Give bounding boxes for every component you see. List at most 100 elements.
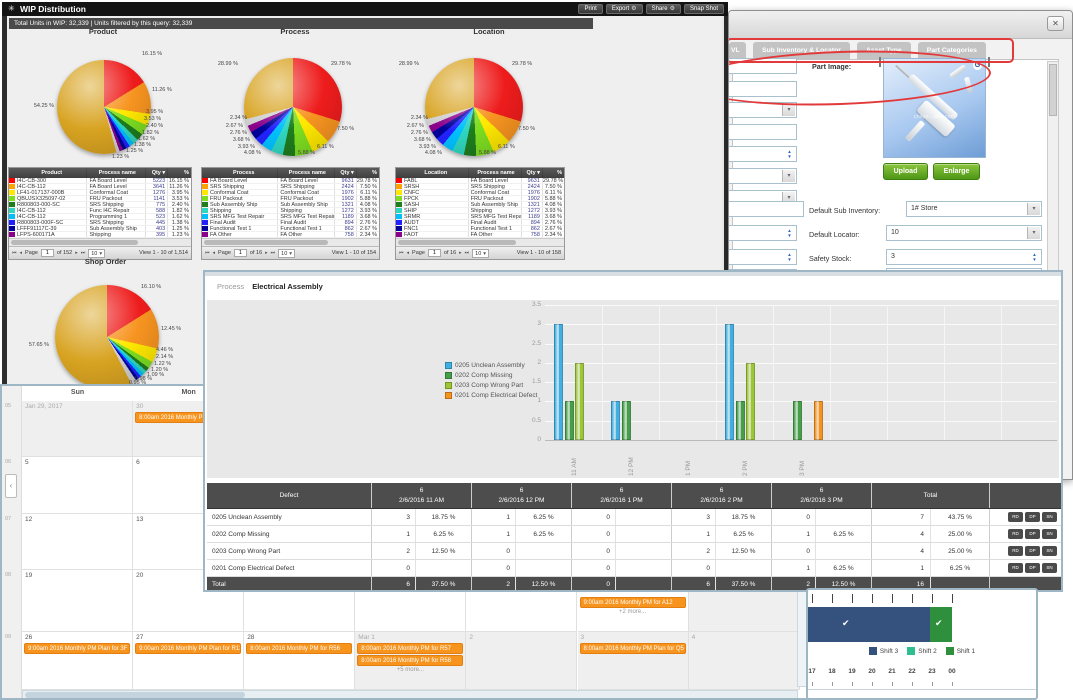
page-input[interactable]	[234, 249, 247, 257]
qty-link[interactable]: 2424	[522, 184, 542, 189]
page-input[interactable]	[41, 249, 54, 257]
pager-last-icon[interactable]: ⏭	[271, 250, 276, 256]
collapse-arrow-button[interactable]: ‹	[5, 474, 17, 498]
qty-link[interactable]: 1276	[146, 190, 168, 195]
calendar-day-cell[interactable]: 269:00am 2016 Monthly PM Plan for 3F H2	[22, 632, 133, 690]
calendar-day-cell[interactable]: 2	[466, 632, 577, 690]
pager-first-icon[interactable]: ⏮	[399, 250, 404, 256]
left-field-wide[interactable]	[728, 201, 804, 217]
calendar-event[interactable]: 8:00am 2016 Monthly PM for R57	[357, 643, 463, 654]
scrollbar-thumb[interactable]	[204, 240, 328, 245]
qty-link[interactable]: 1272	[522, 208, 542, 213]
col-header-pct[interactable]: %	[543, 168, 564, 178]
caret-down-icon[interactable]: ▾	[1027, 203, 1040, 215]
col-header-process[interactable]: Process name	[87, 168, 146, 178]
qty-link[interactable]: 395	[146, 232, 168, 237]
col-header-qty[interactable]: Qty ▾	[522, 168, 542, 178]
qty-link[interactable]: 2424	[335, 184, 357, 189]
field-select[interactable]: 1# Store▾	[906, 201, 1042, 217]
scrollbar-thumb[interactable]	[398, 240, 516, 245]
col-header-process[interactable]: Process name	[469, 168, 523, 178]
calendar-event[interactable]: 9:00am 2016 Monthly PM for A12	[580, 597, 686, 608]
col-header-pct[interactable]: %	[357, 168, 379, 178]
col-header-name[interactable]: Location	[402, 168, 469, 178]
row-action-sn-button[interactable]: SN	[1042, 563, 1057, 573]
field-spinner[interactable]: 3▲ ▼	[886, 249, 1042, 265]
h-scrollbar[interactable]	[202, 238, 379, 246]
qty-link[interactable]: 1976	[522, 190, 542, 195]
qty-link[interactable]: 1189	[522, 214, 542, 219]
calendar-day-cell[interactable]: 38:00am 2016 Monthly PM Plan for Q5	[578, 632, 689, 690]
pager-first-icon[interactable]: ⏮	[12, 250, 17, 256]
pager-prev-icon[interactable]: ◂	[20, 250, 23, 256]
left-field-spinner[interactable]: ▲ ▼	[728, 249, 797, 265]
qty-link[interactable]: 1902	[522, 196, 542, 201]
qty-link[interactable]: 1189	[335, 214, 357, 219]
calendar-event[interactable]: 9:00am 2016 Monthly PM Plan for R13	[135, 643, 241, 654]
snap-shot-button[interactable]: Snap Shot	[684, 4, 724, 14]
row-action-sn-button[interactable]: SN	[1042, 546, 1057, 556]
more-events-link[interactable]: +5 more...	[355, 667, 465, 673]
col-header-date[interactable]: 62/6/2016 12 PM	[472, 483, 572, 508]
col-header-name[interactable]: Product	[15, 168, 87, 178]
qty-link[interactable]: 894	[522, 220, 542, 225]
shift-segment-shift-1[interactable]: ✔	[930, 607, 952, 642]
calendar-day-cell[interactable]: 4	[689, 632, 800, 690]
col-header-process[interactable]: Process name	[278, 168, 335, 178]
row-action-dp-button[interactable]: DP	[1025, 563, 1040, 573]
qty-link[interactable]: 894	[335, 220, 357, 225]
more-events-link[interactable]: +2 more...	[578, 609, 688, 615]
spinner-arrows-icon[interactable]: ▲ ▼	[785, 227, 794, 240]
scrollbar-thumb[interactable]	[11, 240, 138, 245]
calendar-event[interactable]: 8:00am 2016 Monthly PM Plan for Q5	[580, 643, 686, 654]
h-scrollbar[interactable]	[9, 238, 191, 246]
col-header-qty[interactable]: Qty ▾	[146, 168, 168, 178]
col-header-pct[interactable]: %	[168, 168, 191, 178]
col-header-date[interactable]: 62/6/2016 1 PM	[572, 483, 672, 508]
scrollbar-thumb[interactable]	[1049, 64, 1057, 116]
row-action-rd-button[interactable]: RD	[1008, 529, 1023, 539]
wip-titlebar[interactable]: ✳ WIP Distribution PrintExport⚙Share⚙Sna…	[2, 2, 728, 16]
export-button[interactable]: Export⚙	[606, 4, 643, 14]
h-scrollbar[interactable]	[396, 238, 564, 246]
pager-last-icon[interactable]: ⏭	[81, 250, 86, 256]
qty-link[interactable]: 1976	[335, 190, 357, 195]
qty-link[interactable]: 1272	[335, 208, 357, 213]
calendar-day-cell[interactable]: 12	[22, 514, 133, 570]
qty-link[interactable]: 3641	[146, 184, 168, 189]
field-select[interactable]: 10▾	[886, 225, 1042, 241]
calendar-day-cell[interactable]: 288:00am 2016 Monthly PM for R56	[244, 632, 355, 690]
spinner-arrows-icon[interactable]: ▲ ▼	[785, 148, 794, 161]
caret-down-icon[interactable]: ▾	[782, 170, 795, 182]
row-action-dp-button[interactable]: DP	[1025, 512, 1040, 522]
col-header-total[interactable]: Total	[872, 483, 990, 508]
row-action-dp-button[interactable]: DP	[1025, 546, 1040, 556]
col-header-defect[interactable]: Defect	[207, 483, 372, 508]
row-action-rd-button[interactable]: RD	[1008, 512, 1023, 522]
qty-link[interactable]: 1902	[335, 196, 357, 201]
pager-first-icon[interactable]: ⏮	[205, 250, 210, 256]
qty-link[interactable]: 588	[146, 208, 168, 213]
pager-last-icon[interactable]: ⏭	[465, 250, 470, 256]
caret-down-icon[interactable]: ▾	[782, 104, 795, 116]
qty-link[interactable]: 758	[335, 232, 357, 237]
qty-link[interactable]: 1141	[146, 196, 168, 201]
col-header-date[interactable]: 62/6/2016 3 PM	[772, 483, 872, 508]
shift-segment-shift-3[interactable]: ✔	[808, 607, 930, 642]
qty-link[interactable]: 523	[146, 214, 168, 219]
left-field-spinner[interactable]: ▲ ▼	[728, 225, 797, 241]
qty-link[interactable]: 9631	[335, 178, 357, 183]
qty-link[interactable]: 445	[146, 220, 168, 225]
page-size-select[interactable]: 10▾	[278, 249, 295, 258]
row-action-sn-button[interactable]: SN	[1042, 512, 1057, 522]
row-action-dp-button[interactable]: DP	[1025, 529, 1040, 539]
pager-prev-icon[interactable]: ◂	[213, 250, 216, 256]
caret-down-icon[interactable]: ▾	[1027, 227, 1040, 239]
qty-link[interactable]: 9631	[522, 178, 542, 183]
calendar-day-cell[interactable]: Mar 18:00am 2016 Monthly PM for R578:00a…	[355, 632, 466, 690]
dialog-scrollbar[interactable]	[1047, 61, 1059, 289]
qty-link[interactable]: 862	[522, 226, 542, 231]
upload-button[interactable]: Upload	[883, 163, 928, 180]
left-field-spinner[interactable]: ▲ ▼	[728, 146, 797, 162]
pager-prev-icon[interactable]: ◂	[407, 250, 410, 256]
